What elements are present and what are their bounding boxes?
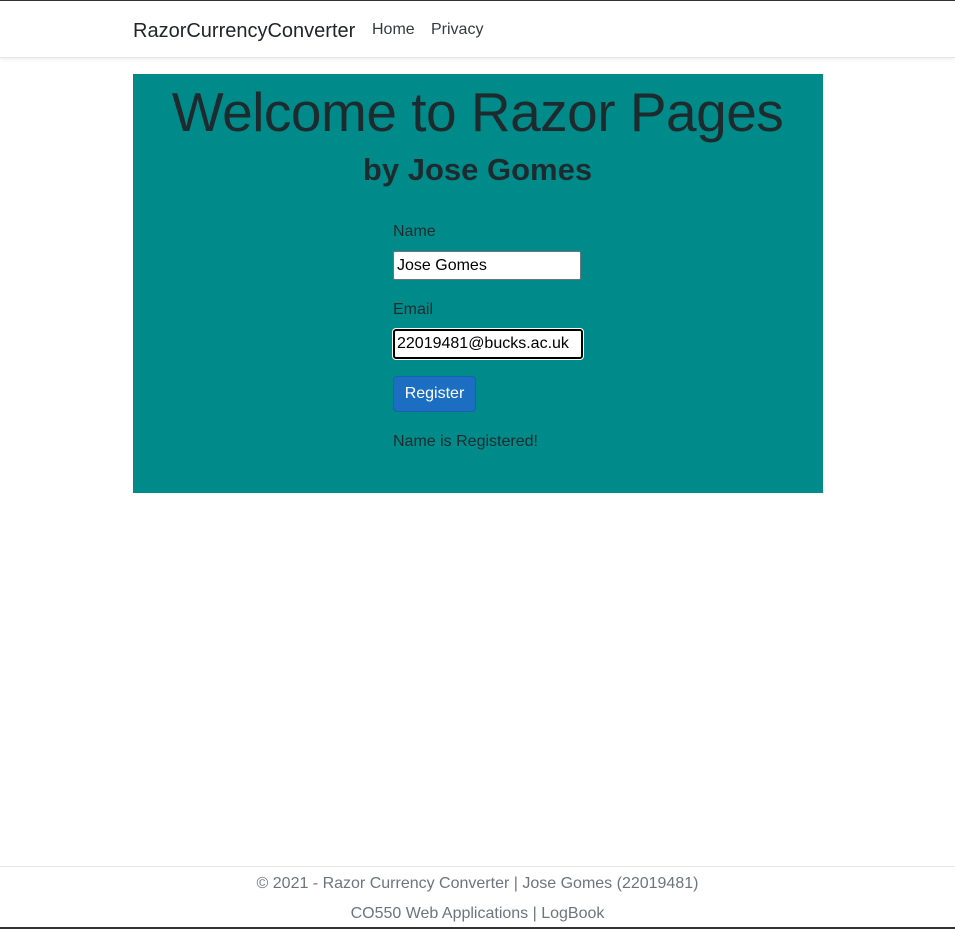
nav-link-home[interactable]: Home [372, 20, 415, 40]
status-message: Name is Registered! [393, 433, 538, 450]
navbar-brand[interactable]: RazorCurrencyConverter [133, 19, 355, 43]
footer-links: CO550 Web Applications | LogBook [0, 904, 955, 924]
email-label: Email [393, 301, 434, 318]
page-subtitle: by Jose Gomes [362, 152, 593, 187]
email-input[interactable] [393, 329, 583, 359]
register-button[interactable]: Register [393, 376, 476, 412]
course-link[interactable]: CO550 Web Applications [351, 905, 529, 922]
navbar: RazorCurrencyConverter Home Privacy [0, 1, 955, 58]
nav-link-privacy[interactable]: Privacy [431, 20, 483, 40]
logbook-link[interactable]: LogBook [541, 905, 604, 922]
name-label: Name [393, 223, 436, 240]
footer: © 2021 - Razor Currency Converter | Jose… [0, 866, 955, 928]
page-title: Welcome to Razor Pages [171, 81, 784, 143]
footer-separator: | [532, 905, 537, 922]
name-input[interactable] [393, 251, 581, 280]
footer-copyright: © 2021 - Razor Currency Converter | Jose… [256, 875, 699, 892]
